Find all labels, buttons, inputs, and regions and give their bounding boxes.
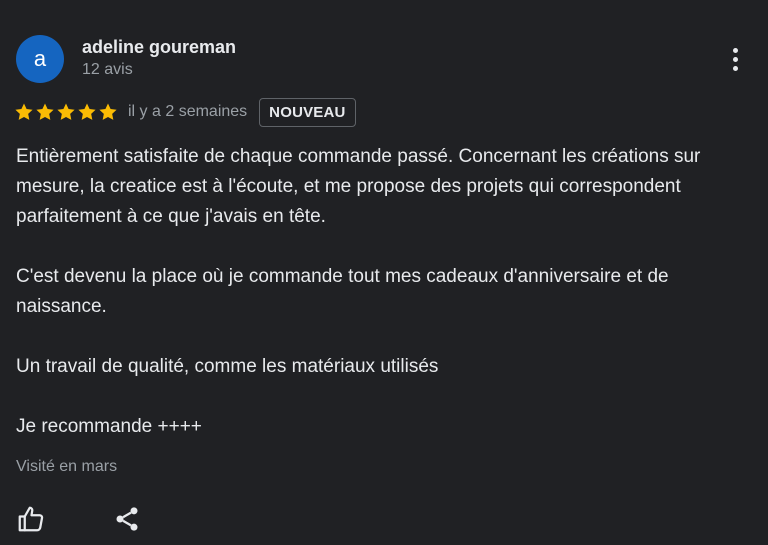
- author-review-count[interactable]: 12 avis: [82, 61, 133, 79]
- more-options-button[interactable]: [722, 42, 748, 76]
- visit-date: Visité en mars: [16, 458, 118, 475]
- like-button[interactable]: [14, 502, 48, 536]
- star-rating: [14, 102, 118, 122]
- star-icon: [77, 102, 97, 122]
- star-icon: [14, 102, 34, 122]
- more-vertical-icon: [732, 47, 738, 53]
- avatar-initial: a: [33, 46, 47, 71]
- author-name[interactable]: adeline goureman: [82, 37, 236, 58]
- new-badge: NOUVEAU: [259, 97, 356, 127]
- star-icon: [56, 102, 76, 122]
- avatar[interactable]: a: [16, 35, 64, 83]
- star-icon: [98, 102, 118, 122]
- thumbs-up-icon: [18, 506, 44, 532]
- review-card: a adeline goureman 12 avis il y a 2 sema…: [0, 0, 768, 545]
- review-paragraph: Un travail de qualité, comme les matéria…: [16, 356, 439, 377]
- share-button[interactable]: [110, 502, 144, 536]
- share-icon: [116, 507, 138, 531]
- star-icon: [35, 102, 55, 122]
- review-paragraph: C'est devenu la place où je commande tou…: [16, 266, 669, 317]
- review-date: il y a 2 semaines: [128, 103, 248, 120]
- review-paragraph: Je recommande ++++: [16, 416, 202, 437]
- review-paragraph: Entièrement satisfaite de chaque command…: [16, 146, 701, 227]
- review-text: Entièrement satisfaite de chaque command…: [16, 142, 756, 442]
- rating-row: il y a 2 semaines NOUVEAU: [14, 96, 356, 128]
